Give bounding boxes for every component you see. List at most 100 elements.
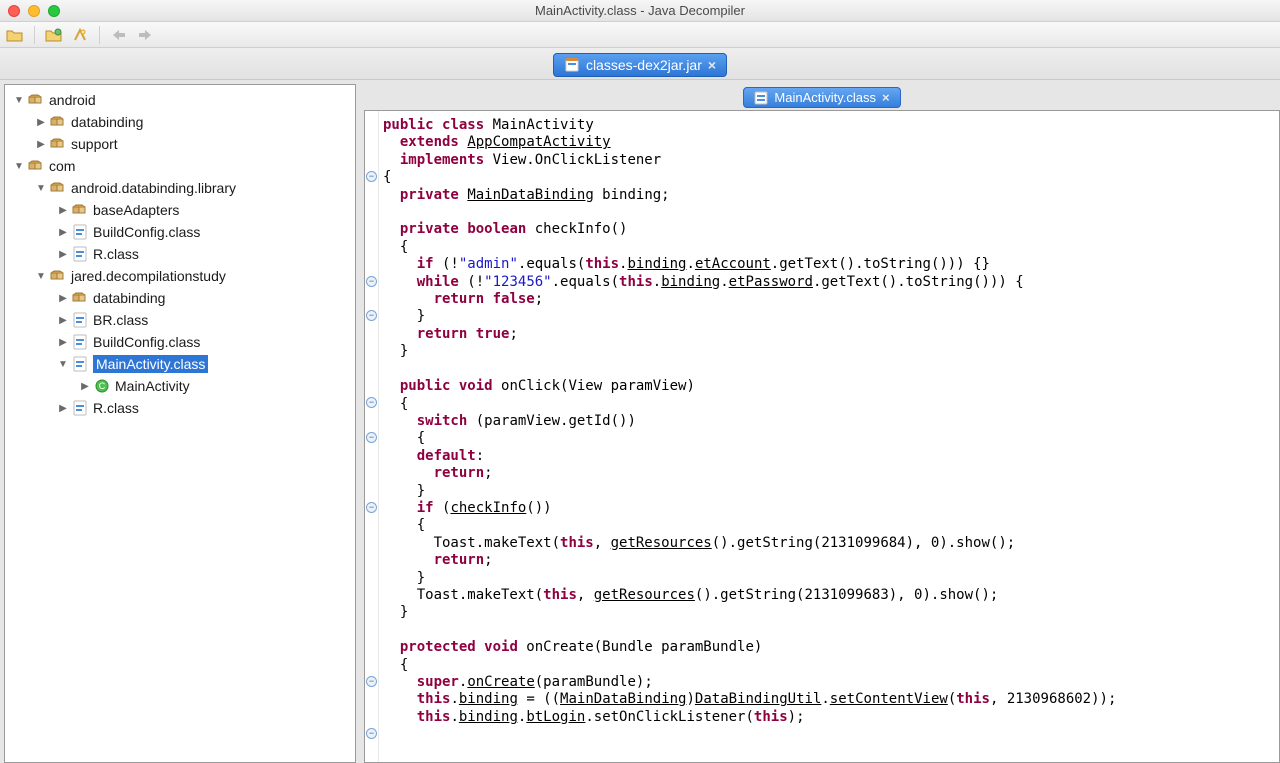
code-line: { — [383, 517, 1279, 534]
chevron-right-icon[interactable]: ▶ — [35, 117, 47, 128]
jar-tab-label: classes-dex2jar.jar — [586, 57, 702, 73]
editor-tab-label: MainActivity.class — [774, 90, 876, 105]
code-line: } — [383, 570, 1279, 587]
package-icon — [49, 180, 67, 196]
fold-toggle-icon[interactable]: − — [366, 676, 377, 687]
fold-gutter[interactable]: − − − − − − − − — [365, 111, 379, 762]
tree-row[interactable]: ▶ BuildConfig.class — [5, 331, 355, 353]
chevron-down-icon[interactable]: ▼ — [35, 271, 47, 282]
tree-row[interactable]: ▼MainActivity.class — [5, 353, 355, 375]
chevron-right-icon[interactable]: ▶ — [79, 381, 91, 392]
tree-item-label: databinding — [93, 290, 165, 306]
tree-row[interactable]: ▶ BR.class — [5, 309, 355, 331]
fold-toggle-icon[interactable]: − — [366, 728, 377, 739]
tree-item-label: android — [49, 92, 96, 108]
editor-tabstrip: MainActivity.class × — [364, 84, 1280, 108]
code-line: if (checkInfo()) — [383, 500, 1279, 517]
tree-row[interactable]: ▶ R.class — [5, 243, 355, 265]
package-icon — [27, 158, 45, 174]
fold-toggle-icon[interactable]: − — [366, 397, 377, 408]
tree-row[interactable]: ▶ support — [5, 133, 355, 155]
code-line: while (!"123456".equals(this.binding.etP… — [383, 274, 1279, 291]
tree-item-label: BuildConfig.class — [93, 224, 200, 240]
code-line: protected void onCreate(Bundle paramBund… — [383, 639, 1279, 656]
tree-item-label: R.class — [93, 246, 139, 262]
jar-tabstrip: classes-dex2jar.jar × — [0, 48, 1280, 80]
close-icon[interactable]: × — [708, 57, 716, 73]
package-icon — [71, 290, 89, 306]
code-line: if (!"admin".equals(this.binding.etAccou… — [383, 256, 1279, 273]
tree-row[interactable]: ▼ com — [5, 155, 355, 177]
code-line: implements View.OnClickListener — [383, 152, 1279, 169]
chevron-right-icon[interactable]: ▶ — [57, 337, 69, 348]
class-file-icon — [71, 334, 89, 350]
toolbar-separator — [99, 26, 100, 44]
tree-item-label: BR.class — [93, 312, 148, 328]
window-title: MainActivity.class - Java Decompiler — [0, 3, 1280, 18]
code-line: { — [383, 169, 1279, 186]
code-line: { — [383, 239, 1279, 256]
code-line: return; — [383, 465, 1279, 482]
tree-row[interactable]: ▶ C MainActivity — [5, 375, 355, 397]
tree-row[interactable]: ▶ BuildConfig.class — [5, 221, 355, 243]
toolbar-separator — [34, 26, 35, 44]
code-line: return; — [383, 552, 1279, 569]
chevron-right-icon[interactable]: ▶ — [57, 249, 69, 260]
chevron-right-icon[interactable]: ▶ — [57, 227, 69, 238]
code-line: private boolean checkInfo() — [383, 221, 1279, 238]
tree-row[interactable]: ▶ baseAdapters — [5, 199, 355, 221]
package-icon — [49, 114, 67, 130]
chevron-right-icon[interactable]: ▶ — [57, 315, 69, 326]
fold-toggle-icon[interactable]: − — [366, 502, 377, 513]
tree-item-label: MainActivity — [115, 378, 190, 394]
code-line: return true; — [383, 326, 1279, 343]
chevron-down-icon[interactable]: ▼ — [13, 95, 25, 106]
tree-row[interactable]: ▶ databinding — [5, 287, 355, 309]
nav-forward-icon[interactable] — [136, 26, 154, 44]
class-file-icon — [754, 91, 768, 105]
tree-item-label: R.class — [93, 400, 139, 416]
package-tree[interactable]: ▼android▶databinding▶support▼com▼android… — [4, 84, 356, 763]
tree-row[interactable]: ▶ R.class — [5, 397, 355, 419]
code-line: } — [383, 483, 1279, 500]
tree-row[interactable]: ▶databinding — [5, 111, 355, 133]
nav-back-icon[interactable] — [110, 26, 128, 44]
code-line: this.binding.btLogin.setOnClickListener(… — [383, 709, 1279, 726]
chevron-right-icon[interactable]: ▶ — [57, 205, 69, 216]
code-view[interactable]: public class MainActivity extends AppCom… — [379, 111, 1279, 762]
code-line: Toast.makeText(this, getResources().getS… — [383, 587, 1279, 604]
class-file-icon — [71, 312, 89, 328]
open-file-icon[interactable] — [6, 26, 24, 44]
open-type-icon[interactable] — [45, 26, 63, 44]
tree-row[interactable]: ▼android.databinding.library — [5, 177, 355, 199]
code-line: { — [383, 396, 1279, 413]
svg-text:C: C — [99, 381, 106, 391]
tree-item-label: baseAdapters — [93, 202, 179, 218]
tree-row[interactable]: ▼jared.decompilationstudy — [5, 265, 355, 287]
editor-tab[interactable]: MainActivity.class × — [743, 87, 900, 108]
close-icon[interactable]: × — [882, 90, 890, 105]
code-line: this.binding = ((MainDataBinding)DataBin… — [383, 691, 1279, 708]
chevron-down-icon[interactable]: ▼ — [13, 161, 25, 172]
jar-icon — [564, 57, 580, 73]
package-icon — [71, 202, 89, 218]
chevron-right-icon[interactable]: ▶ — [35, 139, 47, 150]
class-file-icon — [71, 356, 89, 372]
chevron-down-icon[interactable]: ▼ — [57, 359, 69, 370]
chevron-down-icon[interactable]: ▼ — [35, 183, 47, 194]
code-line: default: — [383, 448, 1279, 465]
jar-tab[interactable]: classes-dex2jar.jar × — [553, 53, 727, 77]
search-icon[interactable] — [71, 26, 89, 44]
tree-row[interactable]: ▼ android — [5, 89, 355, 111]
chevron-right-icon[interactable]: ▶ — [57, 293, 69, 304]
fold-toggle-icon[interactable]: − — [366, 171, 377, 182]
chevron-right-icon[interactable]: ▶ — [57, 403, 69, 414]
tree-item-label: support — [71, 136, 118, 152]
tree-item-label: BuildConfig.class — [93, 334, 200, 350]
class-file-icon — [71, 224, 89, 240]
fold-toggle-icon[interactable]: − — [366, 310, 377, 321]
code-line: } — [383, 604, 1279, 621]
fold-toggle-icon[interactable]: − — [366, 432, 377, 443]
tree-item-label: com — [49, 158, 75, 174]
fold-toggle-icon[interactable]: − — [366, 276, 377, 287]
